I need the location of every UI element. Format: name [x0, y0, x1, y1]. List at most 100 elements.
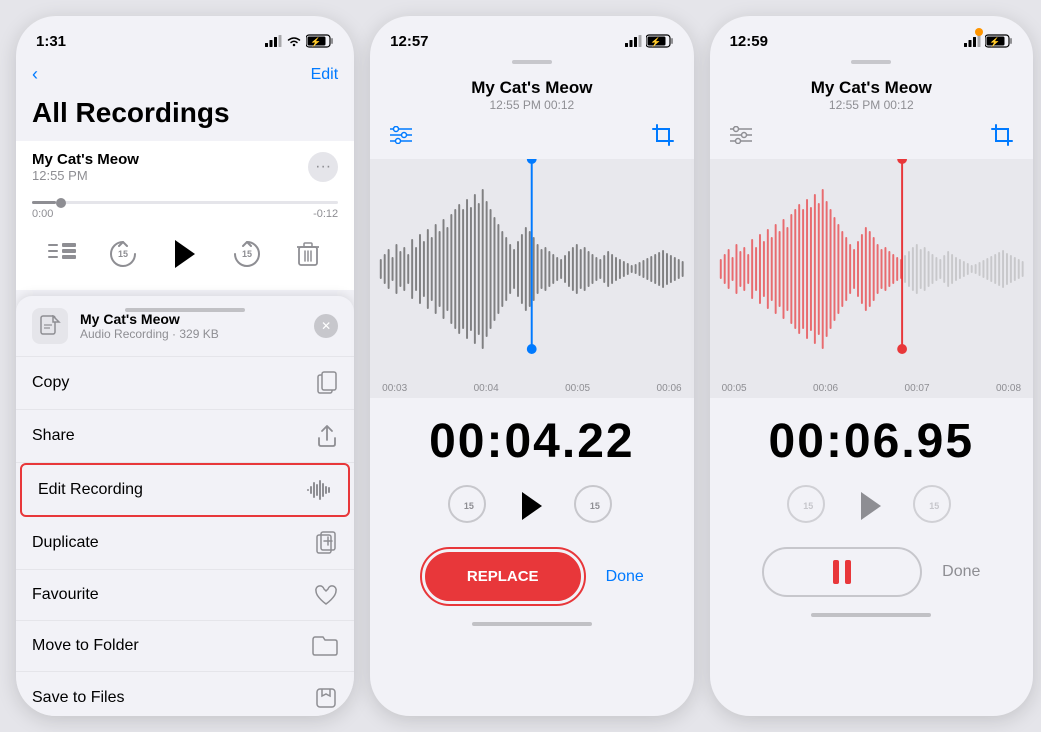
status-icons-2: ⚡ — [625, 34, 674, 48]
heart-icon — [314, 584, 338, 606]
context-filename: My Cat's Meow — [80, 311, 302, 327]
action-row-2: REPLACE Done — [370, 539, 693, 614]
playback-controls-1: 15 15 — [16, 224, 354, 290]
pause-bar-left — [833, 560, 839, 584]
waveform-area-2[interactable] — [370, 159, 693, 379]
replace-button-wrapper: REPLACE — [420, 547, 586, 606]
trash-icon — [297, 241, 319, 267]
context-file-info: My Cat's Meow Audio Recording · 329 KB — [80, 311, 302, 341]
big-time-display-2: 00:04.22 — [370, 398, 693, 481]
skip-back-button-2[interactable]: 15 — [448, 485, 490, 527]
nav-bar-1: ‹ Edit — [16, 60, 354, 93]
svg-text:⚡: ⚡ — [989, 36, 1000, 48]
skip-forward-button-2[interactable]: 15 — [574, 485, 616, 527]
time-labels: 0:00 -0:12 — [16, 206, 354, 224]
home-indicator-1 — [125, 308, 245, 312]
waveform-subtitle-3: 12:55 PM 00:12 — [710, 98, 1033, 112]
signal-icon-3 — [964, 35, 981, 47]
menu-item-favourite[interactable]: Favourite — [16, 570, 354, 621]
menu-item-duplicate[interactable]: Duplicate — [16, 517, 354, 570]
battery-icon-2: ⚡ — [646, 34, 674, 48]
files-icon — [314, 686, 338, 710]
drag-indicator-3 — [851, 60, 891, 64]
svg-text:⚡: ⚡ — [650, 36, 661, 48]
home-indicator-3 — [811, 613, 931, 617]
duplicate-icon — [316, 531, 338, 555]
filter-icon-3 — [730, 126, 752, 144]
back-button[interactable]: ‹ — [32, 64, 38, 85]
skip-label-forward-2: 15 — [590, 501, 600, 511]
status-icons-3: ⚡ — [964, 34, 1013, 48]
waveform-area-3[interactable] — [710, 159, 1033, 379]
play-triangle-icon — [175, 240, 195, 268]
context-menu: My Cat's Meow Audio Recording · 329 KB ✕… — [16, 296, 354, 716]
context-close-button[interactable]: ✕ — [314, 314, 338, 338]
progress-bar-container — [16, 193, 354, 206]
crop-icon-2 — [652, 124, 674, 146]
list-view-button[interactable] — [44, 236, 80, 272]
page-title-1: All Recordings — [16, 93, 354, 141]
skip-back-button-3[interactable]: 15 — [787, 485, 829, 527]
filter-button-3[interactable] — [730, 126, 752, 149]
waveform-header-3: My Cat's Meow 12:55 PM 00:12 — [710, 70, 1033, 116]
waveform-svg-2 — [370, 159, 693, 379]
crop-icon-3 — [991, 124, 1013, 146]
svg-text:15: 15 — [242, 249, 252, 259]
menu-item-save-to-files[interactable]: Save to Files — [16, 672, 354, 716]
rewind-icon: 15 — [107, 238, 139, 270]
audio-file-icon — [39, 315, 61, 337]
share-icon — [316, 424, 338, 448]
battery-icon: ⚡ — [306, 34, 334, 48]
filter-button-2[interactable] — [390, 126, 412, 149]
waveform-svg-3 — [710, 159, 1033, 379]
skip-label-forward-3: 15 — [929, 501, 939, 511]
replace-button[interactable]: REPLACE — [425, 552, 581, 601]
skip-forward-button-3[interactable]: 15 — [913, 485, 955, 527]
list-icon — [48, 243, 76, 265]
toolbar-row-3 — [710, 116, 1033, 159]
crop-button-2[interactable] — [652, 124, 674, 151]
svg-text:⚡: ⚡ — [311, 36, 322, 48]
context-menu-header: My Cat's Meow Audio Recording · 329 KB ✕ — [16, 296, 354, 357]
edit-button[interactable]: Edit — [311, 66, 339, 84]
done-button-2[interactable]: Done — [606, 568, 644, 586]
skip-label-back-2: 15 — [464, 501, 474, 511]
menu-item-share[interactable]: Share — [16, 410, 354, 463]
phone-panel-2: 12:57 ⚡ My Cat's Meow 12:55 PM 00:12 — [370, 16, 693, 716]
done-button-3[interactable]: Done — [942, 563, 980, 581]
recording-item-1: My Cat's Meow 12:55 PM ··· — [16, 141, 354, 193]
context-filesize: Audio Recording · 329 KB — [80, 327, 302, 341]
crop-button-3[interactable] — [991, 124, 1013, 151]
delete-button[interactable] — [290, 236, 326, 272]
pause-icon-3 — [833, 560, 851, 584]
status-time-1: 1:31 — [36, 33, 66, 50]
pause-bar-right — [845, 560, 851, 584]
menu-item-edit-recording[interactable]: Edit Recording — [20, 463, 350, 517]
copy-icon — [316, 371, 338, 395]
progress-track[interactable] — [32, 201, 338, 204]
menu-item-move-to-folder[interactable]: Move to Folder — [16, 621, 354, 672]
play-button-2[interactable] — [522, 492, 542, 520]
playback-row-2: 15 15 — [370, 481, 693, 539]
context-file-icon — [32, 308, 68, 344]
more-button[interactable]: ··· — [308, 152, 338, 182]
waveform-header-2: My Cat's Meow 12:55 PM 00:12 — [370, 70, 693, 116]
time-labels-waveform-3: 00:05 00:06 00:07 00:08 — [710, 379, 1033, 398]
battery-icon-3: ⚡ — [985, 34, 1013, 48]
play-button-small[interactable] — [165, 234, 205, 274]
menu-item-copy[interactable]: Copy — [16, 357, 354, 410]
waveform-subtitle-2: 12:55 PM 00:12 — [370, 98, 693, 112]
toolbar-row-2 — [370, 116, 693, 159]
forward-icon: 15 — [231, 238, 263, 270]
home-indicator-2 — [472, 622, 592, 626]
signal-icon — [265, 35, 282, 47]
play-button-3[interactable] — [861, 492, 881, 520]
status-bar-2: 12:57 ⚡ — [370, 16, 693, 60]
pause-button-3[interactable] — [762, 547, 922, 597]
forward-15-button[interactable]: 15 — [229, 236, 265, 272]
action-row-3: Done — [710, 539, 1033, 605]
svg-text:15: 15 — [118, 249, 128, 259]
phone-panel-3: 12:59 ⚡ My Cat's Meow 12:55 PM 00:12 — [710, 16, 1033, 716]
recording-time: 12:55 PM — [32, 168, 139, 183]
rewind-15-button[interactable]: 15 — [105, 236, 141, 272]
